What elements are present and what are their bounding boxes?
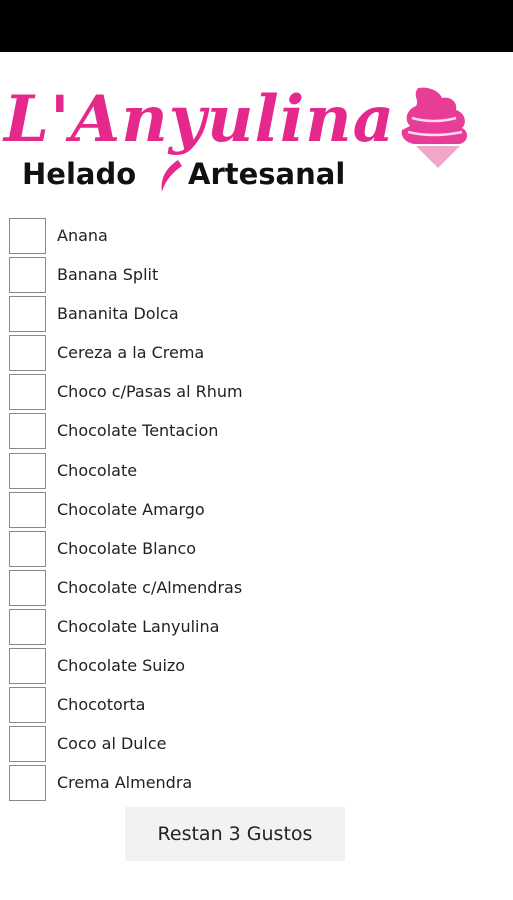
flavor-row[interactable]: Choco c/Pasas al Rhum bbox=[0, 373, 513, 412]
flavor-row[interactable]: Banana Split bbox=[0, 256, 513, 295]
flavor-row[interactable]: Bananita Dolca bbox=[0, 295, 513, 334]
flavor-label: Chocolate Blanco bbox=[57, 538, 197, 558]
flavor-checkbox[interactable] bbox=[9, 765, 46, 802]
flavor-checkbox[interactable] bbox=[9, 726, 46, 763]
flavor-checkbox[interactable] bbox=[9, 687, 46, 724]
flavor-row[interactable]: Chocolate Suizo bbox=[0, 647, 513, 686]
flavor-checkbox[interactable] bbox=[9, 491, 46, 528]
tagline-word-artesanal: Artesanal bbox=[188, 157, 346, 191]
flavor-label: Banana Split bbox=[57, 265, 159, 285]
flavor-label: Cereza a la Crema bbox=[57, 343, 205, 363]
flavor-row[interactable]: Chocolate bbox=[0, 452, 513, 491]
flavor-row[interactable]: Crema Almendra bbox=[0, 764, 513, 803]
flavor-row[interactable]: Cereza a la Crema bbox=[0, 334, 513, 373]
remaining-flavors-button[interactable]: Restan 3 Gustos bbox=[125, 807, 345, 861]
flavor-label: Chocolate Lanyulina bbox=[57, 616, 220, 636]
ice-cream-cone-icon bbox=[401, 87, 468, 168]
flavor-row[interactable]: Chocolate c/Almendras bbox=[0, 569, 513, 608]
flavor-checkbox[interactable] bbox=[9, 335, 46, 372]
brand-name: L'Anyulina bbox=[4, 82, 396, 157]
flavor-label: Chocolate Amargo bbox=[57, 499, 205, 519]
flavor-row[interactable]: Coco al Dulce bbox=[0, 725, 513, 764]
flavor-checkbox[interactable] bbox=[9, 218, 46, 254]
swoosh-icon bbox=[161, 160, 182, 192]
flavor-label: Coco al Dulce bbox=[57, 734, 167, 754]
status-bar bbox=[0, 0, 513, 52]
flavor-checkbox[interactable] bbox=[9, 452, 46, 489]
flavor-label: Chocolate bbox=[57, 460, 138, 480]
flavor-row[interactable]: Chocolate Lanyulina bbox=[0, 608, 513, 647]
flavor-label: Chocotorta bbox=[57, 695, 146, 715]
flavor-label: Chocolate Suizo bbox=[57, 656, 186, 676]
flavor-checkbox[interactable] bbox=[9, 374, 46, 411]
flavor-label: Chocolate c/Almendras bbox=[57, 577, 243, 597]
flavor-row[interactable]: Anana bbox=[0, 217, 513, 256]
flavor-row[interactable]: Chocolate Amargo bbox=[0, 491, 513, 530]
flavor-checkbox[interactable] bbox=[9, 648, 46, 685]
flavor-label: Bananita Dolca bbox=[57, 304, 179, 324]
flavor-label: Crema Almendra bbox=[57, 773, 193, 793]
flavor-label: Choco c/Pasas al Rhum bbox=[57, 382, 243, 402]
flavor-checkbox[interactable] bbox=[9, 296, 46, 333]
flavor-list: Anana Banana Split Bananita Dolca Cereza a … bbox=[0, 217, 513, 803]
brand-logo: L'Anyulina Helado Artesanal bbox=[0, 80, 470, 195]
flavor-checkbox[interactable] bbox=[9, 530, 46, 567]
flavor-label: Anana bbox=[57, 226, 108, 245]
flavor-row[interactable]: Chocotorta bbox=[0, 686, 513, 725]
tagline-word-helado: Helado bbox=[22, 157, 137, 191]
flavor-checkbox[interactable] bbox=[9, 257, 46, 294]
flavor-checkbox[interactable] bbox=[9, 608, 46, 645]
flavor-checkbox[interactable] bbox=[9, 569, 46, 606]
flavor-row[interactable]: Chocolate Blanco bbox=[0, 530, 513, 569]
flavor-checkbox[interactable] bbox=[9, 413, 46, 450]
flavor-label: Chocolate Tentacion bbox=[57, 421, 219, 441]
flavor-row[interactable]: Chocolate Tentacion bbox=[0, 412, 513, 451]
